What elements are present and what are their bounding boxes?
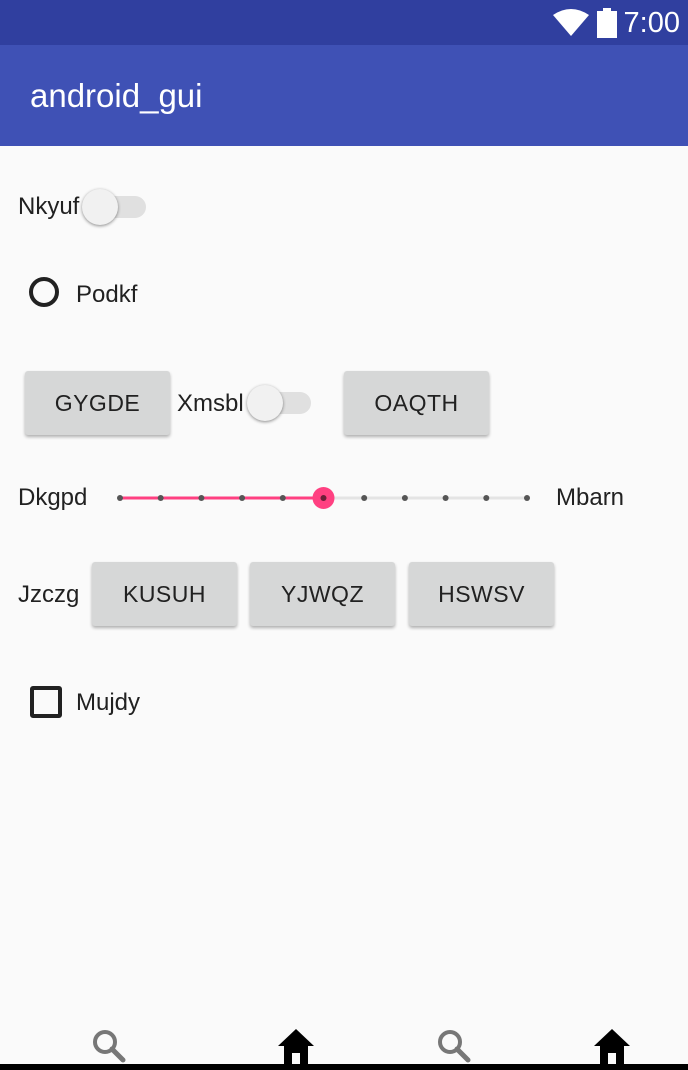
bottom-navigation xyxy=(0,1012,688,1070)
radio-podkf-label: Podkf xyxy=(76,281,138,308)
slider-thumb-tick xyxy=(320,495,327,501)
slider-tick xyxy=(279,495,286,501)
hswsv-button[interactable]: HSWSV xyxy=(409,562,554,626)
slider-tick xyxy=(401,495,408,501)
slider-tick xyxy=(198,495,205,501)
status-bar: 7:00 xyxy=(0,0,688,45)
system-nav-bar xyxy=(0,1064,688,1070)
home-icon[interactable] xyxy=(592,1026,632,1066)
search-icon[interactable] xyxy=(89,1026,129,1066)
gygde-button[interactable]: GYGDE xyxy=(25,371,170,435)
switch-xmsbl-label: Xmsbl xyxy=(177,390,244,417)
checkbox-mujdy[interactable] xyxy=(30,686,62,718)
kusuh-button[interactable]: KUSUH xyxy=(92,562,237,626)
slider-tick xyxy=(157,495,164,501)
wifi-icon xyxy=(553,9,589,36)
slider-tick xyxy=(483,495,490,501)
switch-thumb xyxy=(247,385,283,421)
slider-left-label: Dkgpd xyxy=(18,484,88,511)
slider-tick xyxy=(117,495,123,501)
slider-tick xyxy=(524,495,530,501)
slider-right-label: Mbarn xyxy=(556,484,625,511)
slider-tick xyxy=(361,495,368,501)
slider-tick xyxy=(239,495,246,501)
switch-nkyuf-label: Nkyuf xyxy=(18,193,80,220)
status-time: 7:00 xyxy=(623,7,680,39)
slider-tick xyxy=(442,495,449,501)
battery-icon xyxy=(597,8,617,38)
app-title: android_gui xyxy=(30,77,203,114)
switch-xmsbl[interactable] xyxy=(245,381,313,425)
discrete-slider[interactable] xyxy=(100,478,545,518)
radio-podkf[interactable] xyxy=(29,277,59,307)
yjwqz-button[interactable]: YJWQZ xyxy=(250,562,395,626)
search-icon[interactable] xyxy=(434,1026,474,1066)
switch-nkyuf[interactable] xyxy=(80,185,148,229)
button-group-label: Jzczg xyxy=(18,581,80,608)
checkbox-mujdy-label: Mujdy xyxy=(76,689,141,716)
home-icon[interactable] xyxy=(276,1026,316,1066)
oaqth-button[interactable]: OAQTH xyxy=(344,371,489,435)
app-bar: android_gui xyxy=(0,45,688,146)
switch-thumb xyxy=(82,189,118,225)
